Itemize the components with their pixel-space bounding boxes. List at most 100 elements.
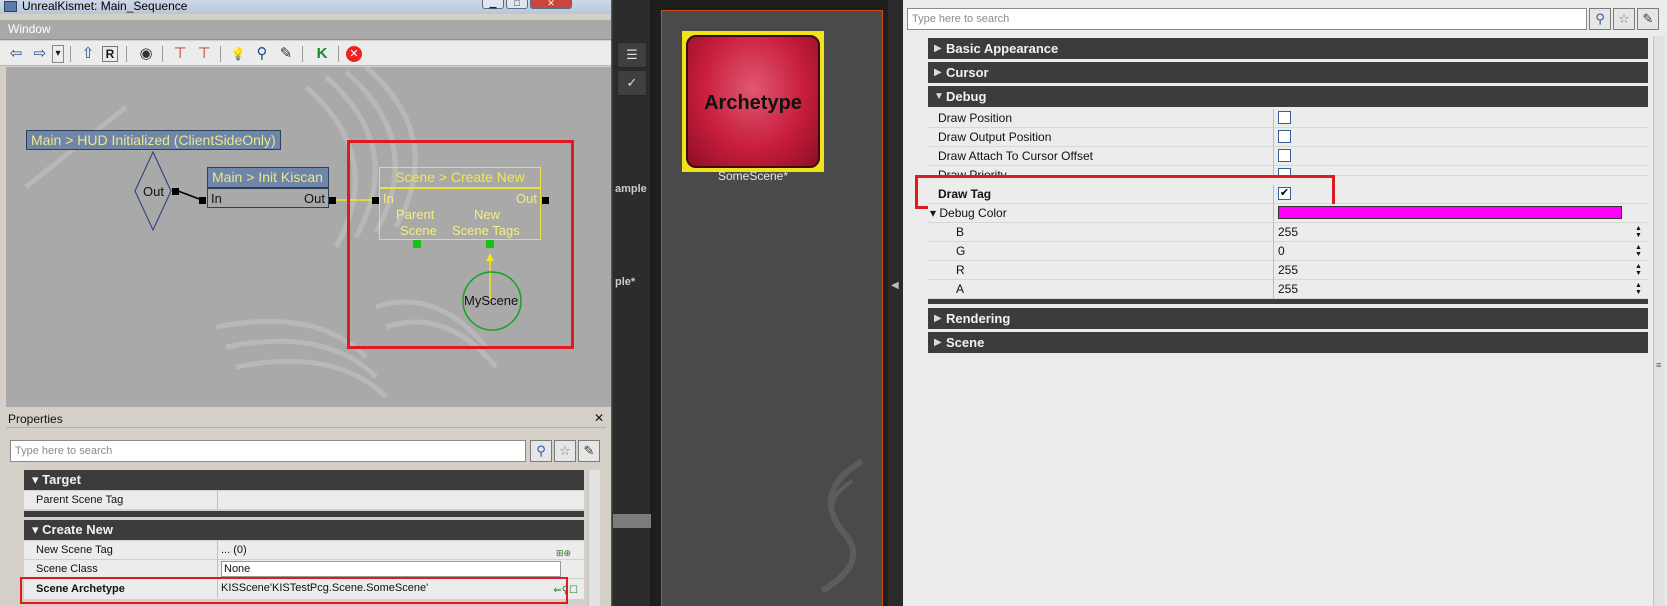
bulb-icon[interactable]: 💡 bbox=[228, 44, 248, 64]
asset-thumbnail-image: Archetype bbox=[686, 35, 820, 168]
asset-thumbnail-somescene[interactable]: Archetype bbox=[682, 31, 824, 172]
kismet-canvas[interactable]: Main > HUD Initialized (ClientSideOnly) … bbox=[6, 67, 611, 407]
row-divider bbox=[1273, 109, 1274, 128]
row-divider bbox=[1273, 261, 1274, 280]
properties-close-icon[interactable]: ✕ bbox=[594, 411, 604, 425]
row-divider bbox=[1273, 147, 1274, 166]
refresh-icon[interactable]: R bbox=[102, 46, 118, 62]
event-node-title[interactable]: Main > HUD Initialized (ClientSideOnly) bbox=[26, 130, 281, 150]
array-add-icon[interactable]: ⊞⊕ bbox=[556, 544, 580, 558]
init-in-connector[interactable] bbox=[199, 197, 206, 204]
category-create-new[interactable]: ▾ Create New bbox=[24, 520, 584, 540]
category-basic-appearance[interactable]: ▶ Basic Appearance bbox=[928, 38, 1648, 59]
arrow-left-icon[interactable]: ⇦ bbox=[6, 44, 26, 64]
show-icon[interactable]: ⊤ bbox=[194, 44, 214, 64]
row-parent-scene-tag[interactable]: Parent Scene Tag bbox=[24, 491, 584, 510]
scene-class-select[interactable]: None bbox=[221, 561, 561, 577]
settings-wrench-icon[interactable]: ✎ bbox=[578, 440, 600, 462]
arrow-up-icon[interactable]: ⇧ bbox=[78, 44, 98, 64]
app-icon bbox=[4, 1, 17, 12]
search-icon[interactable]: ⚲ bbox=[252, 44, 272, 64]
category-create-new-label: Create New bbox=[42, 522, 113, 537]
draw-attach-checkbox[interactable] bbox=[1278, 149, 1291, 162]
row-divider bbox=[1273, 204, 1274, 223]
row-draw-attach-to-cursor-offset[interactable]: Draw Attach To Cursor Offset bbox=[928, 147, 1648, 166]
row-value: 255 bbox=[1278, 282, 1299, 296]
list-view-icon[interactable]: ☰ bbox=[617, 42, 647, 68]
arrow-right-icon[interactable]: ⇨ bbox=[30, 44, 50, 64]
asset-thumbnail-text: Archetype bbox=[704, 92, 802, 114]
collapse-arrow-icon: ▼ bbox=[934, 91, 944, 102]
row-value: 255 bbox=[1278, 263, 1299, 277]
spinner-icon[interactable]: ▲ ▼ bbox=[1635, 225, 1644, 239]
category-debug[interactable]: ▼ Debug bbox=[928, 86, 1648, 107]
category-footer bbox=[24, 511, 584, 517]
checkmark-icon[interactable]: ✓ bbox=[617, 70, 647, 96]
properties-title: Properties bbox=[8, 412, 63, 426]
event-out-label: Out bbox=[143, 184, 164, 199]
expand-arrow-icon: ▶ bbox=[934, 67, 942, 78]
row-color-b[interactable]: B 255 ▲ ▼ bbox=[928, 223, 1648, 242]
init-out-connector[interactable] bbox=[329, 197, 336, 204]
expand-arrow-icon: ▶ bbox=[934, 43, 942, 54]
panel-splitter[interactable]: ◀ bbox=[888, 0, 903, 606]
kismet-icon[interactable]: K bbox=[312, 44, 332, 64]
hide-icon[interactable]: ⊤ bbox=[170, 44, 190, 64]
scroll-thumb[interactable] bbox=[613, 514, 651, 528]
favorite-star-icon[interactable]: ☆ bbox=[554, 440, 576, 462]
row-draw-position[interactable]: Draw Position bbox=[928, 109, 1648, 128]
dropdown-icon[interactable]: ▾ bbox=[52, 45, 64, 63]
category-scene[interactable]: ▶ Scene bbox=[928, 332, 1648, 353]
spinner-icon[interactable]: ▲ ▼ bbox=[1635, 244, 1644, 258]
row-key: Scene Class bbox=[36, 563, 98, 575]
maximize-button[interactable]: □ bbox=[506, 0, 528, 9]
collapse-arrow-icon[interactable]: ◀ bbox=[891, 280, 899, 291]
stop-icon[interactable]: ✕ bbox=[346, 46, 362, 62]
draw-position-checkbox[interactable] bbox=[1278, 111, 1291, 124]
debug-color-swatch[interactable] bbox=[1278, 206, 1622, 219]
event-out-connector[interactable] bbox=[172, 188, 179, 195]
side-label-ample: ample bbox=[615, 183, 647, 195]
right-search-input[interactable]: Type here to search bbox=[907, 8, 1587, 30]
properties-panel: Properties ✕ Type here to search ⚲ ☆ ✎ ▾… bbox=[6, 410, 606, 606]
settings-wrench-icon[interactable]: ✎ bbox=[1637, 8, 1659, 30]
spinner-icon[interactable]: ▲ ▼ bbox=[1635, 263, 1644, 277]
close-button[interactable]: ✕ bbox=[530, 0, 572, 9]
draw-output-position-checkbox[interactable] bbox=[1278, 130, 1291, 143]
row-new-scene-tag[interactable]: New Scene Tag ... (0) ⊞⊕ bbox=[24, 541, 584, 560]
search-icon[interactable]: ⚲ bbox=[1589, 8, 1611, 30]
row-key: A bbox=[956, 282, 965, 296]
highlight-scene-archetype bbox=[20, 577, 568, 604]
row-value: 255 bbox=[1278, 225, 1299, 239]
menu-window[interactable]: Window bbox=[8, 22, 51, 36]
eye-icon[interactable]: ◉ bbox=[136, 44, 156, 64]
favorite-star-icon[interactable]: ☆ bbox=[1613, 8, 1635, 30]
row-color-r[interactable]: R 255 ▲ ▼ bbox=[928, 261, 1648, 280]
category-target[interactable]: ▾ Target bbox=[24, 470, 584, 490]
init-out-label: Out bbox=[304, 191, 325, 206]
right-scrollbar[interactable]: ≡ bbox=[1653, 36, 1665, 606]
row-draw-output-position[interactable]: Draw Output Position bbox=[928, 128, 1648, 147]
properties-scrollbar[interactable] bbox=[588, 470, 600, 606]
row-key: Parent Scene Tag bbox=[36, 494, 124, 506]
wrench-icon[interactable]: ✎ bbox=[276, 44, 296, 64]
toolbar-separator bbox=[162, 46, 163, 62]
category-rendering[interactable]: ▶ Rendering bbox=[928, 308, 1648, 329]
row-color-a[interactable]: A 255 ▲ ▼ bbox=[928, 280, 1648, 299]
minimize-button[interactable]: ▁ bbox=[482, 0, 504, 9]
middle-strip: ☰ ✓ ample ple* bbox=[613, 0, 651, 606]
scroll-grip-icon[interactable]: ≡ bbox=[1656, 360, 1661, 370]
row-color-g[interactable]: G 0 ▲ ▼ bbox=[928, 242, 1648, 261]
category-target-label: Target bbox=[42, 472, 81, 487]
kismet-window: UnrealKismet: Main_Sequence ▁ □ ✕ Window… bbox=[0, 0, 612, 606]
properties-search-input[interactable]: Type here to search bbox=[10, 440, 526, 462]
row-key: B bbox=[956, 225, 965, 239]
search-icon[interactable]: ⚲ bbox=[530, 440, 552, 462]
spinner-icon[interactable]: ▲ ▼ bbox=[1635, 282, 1644, 296]
category-cursor[interactable]: ▶ Cursor bbox=[928, 62, 1648, 83]
row-value: 0 bbox=[1278, 244, 1285, 258]
category-label: Rendering bbox=[946, 311, 1011, 326]
init-kiscan-node[interactable]: Main > Init Kiscan In Out bbox=[207, 167, 329, 208]
row-debug-color[interactable]: ▾ Debug Color bbox=[928, 204, 1648, 223]
asset-name-label: SomeScene* bbox=[717, 169, 789, 183]
